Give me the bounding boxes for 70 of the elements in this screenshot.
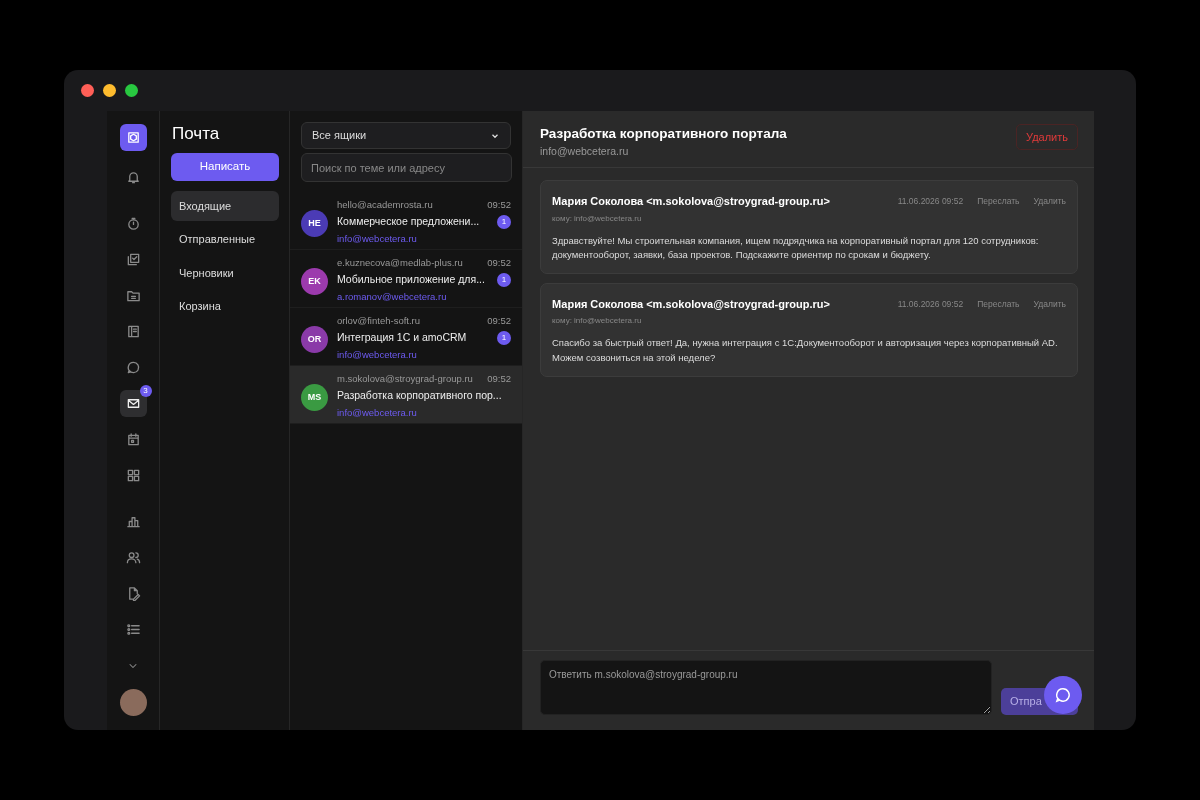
folder-item[interactable]: Черновики — [171, 257, 279, 288]
mailbox-address: info@webcetera.ru — [540, 144, 630, 160]
stopwatch-icon — [125, 216, 141, 231]
sender-avatar: OR — [301, 326, 328, 353]
forward-link[interactable]: Переслать — [977, 297, 1020, 311]
calendar-icon — [125, 432, 141, 447]
mail-time: 09:52 — [487, 372, 511, 386]
message-date: 11.06.2026 09:52 — [897, 297, 964, 311]
message-body: Здравствуйте! Мы строительная компания, ищем подрядчика на корпоративный портал для 120 сотрудников: документооборот, заявки, база проектов. Подскажите ориентир по срокам и бюджету. — [552, 233, 1040, 263]
sender-address: m.sokolova@stroygrad-group.ru — [337, 372, 473, 386]
mail-subject: Разработка корпоративного пор... — [337, 388, 502, 404]
compose-button[interactable]: Написать — [171, 152, 279, 181]
users-icon — [125, 550, 141, 565]
sender-address: hello@academrosta.ru — [337, 198, 433, 212]
chat-bubble-button[interactable] — [1044, 676, 1082, 714]
unread-count-badge: 1 — [497, 215, 511, 230]
mail-icon — [125, 396, 141, 411]
folder-item[interactable]: Входящие — [171, 190, 279, 221]
list-icon — [125, 622, 141, 637]
folder-item[interactable]: Корзина — [171, 291, 279, 322]
sender-address: orlov@finteh-soft.ru — [337, 314, 421, 328]
chat-icon — [1054, 686, 1072, 704]
delete-link[interactable]: Удалить — [1033, 194, 1066, 208]
recipient-address: info@webcetera.ru — [337, 232, 418, 246]
mail-subject: Коммерческое предложени... — [337, 214, 480, 230]
message-sender: Мария Соколова <m.sokolova@stroygrad-group.ru> — [552, 296, 831, 312]
unread-count-badge: 1 — [497, 273, 511, 288]
checklist-icon — [125, 252, 141, 267]
mail-time: 09:52 — [487, 256, 511, 270]
message-date: 11.06.2026 09:52 — [897, 194, 964, 208]
mail-list-item[interactable]: HE hello@academrosta.ru 09:52 Коммерческое предложени... 1 info@webcetera.ru — [290, 192, 522, 250]
message-body: Спасибо за быстрый ответ! Да, нужна интеграция с 1С:Документооборот и авторизация через корпоративный AD. Можем созвониться на этой неделе? — [552, 336, 1059, 366]
unread-count-badge: 3 — [139, 385, 152, 397]
recipient-address: a.romanov@webcetera.ru — [337, 290, 448, 304]
mail-list-item[interactable]: MS m.sokolova@stroygrad-group.ru 09:52 Разработка корпоративного пор... info@webcetera.ru — [290, 366, 522, 424]
maximize-window-button[interactable] — [125, 84, 138, 97]
recipient-address: info@webcetera.ru — [337, 348, 418, 362]
sender-avatar: MS — [301, 384, 328, 411]
folder-item[interactable]: Отправленные — [171, 224, 279, 255]
mail-subject: Мобильное приложение для... — [337, 272, 485, 288]
search-field[interactable]: Поиск по теме или адресу — [301, 153, 512, 182]
message-recipient: кому: info@webcetera.ru — [552, 315, 643, 328]
folder-icon — [125, 288, 141, 303]
close-window-button[interactable] — [81, 84, 94, 97]
sender-address: e.kuznecova@medlab-plus.ru — [337, 256, 463, 270]
mail-time: 09:52 — [487, 314, 511, 328]
mailbox-select[interactable]: Все ящики — [301, 122, 511, 149]
user-avatar[interactable] — [119, 689, 147, 716]
sender-avatar: HE — [301, 210, 328, 237]
message-recipient: кому: info@webcetera.ru — [552, 212, 643, 225]
forward-link[interactable]: Переслать — [977, 194, 1020, 208]
unread-count-badge: 1 — [497, 331, 511, 346]
recipient-address: info@webcetera.ru — [337, 406, 418, 420]
notebook-icon — [125, 324, 141, 339]
section-title: Почта — [172, 123, 221, 145]
message-sender: Мария Соколова <m.sokolova@stroygrad-group.ru> — [552, 194, 831, 209]
delete-link[interactable]: Удалить — [1033, 297, 1066, 311]
sender-avatar: EK — [301, 268, 328, 295]
logo-icon — [125, 130, 141, 145]
minimize-window-button[interactable] — [103, 84, 116, 97]
mail-time: 09:52 — [487, 198, 511, 212]
mail-subject: Интеграция 1С и amoCRM — [337, 330, 467, 346]
mail-list-item[interactable]: EK e.kuznecova@medlab-plus.ru 09:52 Мобильное приложение для... 1 a.romanov@webcetera.ru — [290, 250, 522, 308]
nav-button[interactable] — [119, 390, 147, 417]
bell-icon — [125, 170, 141, 185]
grid-icon — [125, 468, 141, 483]
reply-field[interactable]: Ответить m.sokolova@stroygrad-group.ru — [540, 660, 992, 715]
bar-chart-icon — [125, 514, 141, 529]
chat-icon — [125, 360, 141, 375]
message-subject: Разработка корпоративного портала — [540, 125, 787, 143]
